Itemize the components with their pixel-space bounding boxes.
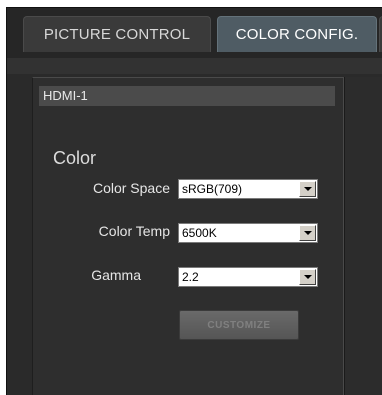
hdmi-panel: HDMI-1 Color Color Space sRGB(709) Color… bbox=[32, 77, 344, 395]
gamma-label: Gamma bbox=[91, 267, 141, 283]
section-title-color: Color bbox=[53, 148, 97, 168]
color-temp-value: 6500K bbox=[182, 226, 217, 240]
color-temp-label: Color Temp bbox=[98, 223, 170, 239]
chevron-down-icon bbox=[304, 187, 312, 191]
customize-button: CUSTOMIZE bbox=[179, 310, 299, 340]
color-space-label: Color Space bbox=[92, 180, 170, 196]
tab-bar: PICTURE CONTROL COLOR CONFIG. bbox=[7, 8, 382, 58]
panel-header: HDMI-1 bbox=[39, 86, 335, 106]
gamma-select[interactable]: 2.2 bbox=[178, 267, 318, 287]
color-space-dropdown-button[interactable] bbox=[299, 181, 316, 197]
chevron-down-icon bbox=[304, 231, 312, 235]
app-frame: PICTURE CONTROL COLOR CONFIG. HDMI-1 Col… bbox=[6, 7, 382, 395]
gamma-value: 2.2 bbox=[182, 270, 199, 284]
content-top-strip bbox=[7, 58, 382, 74]
color-temp-select[interactable]: 6500K bbox=[178, 223, 318, 243]
tab-color-config[interactable]: COLOR CONFIG. bbox=[217, 16, 377, 52]
chevron-down-icon bbox=[304, 275, 312, 279]
tab-picture-control[interactable]: PICTURE CONTROL bbox=[23, 16, 211, 52]
color-space-select[interactable]: sRGB(709) bbox=[178, 179, 318, 199]
color-temp-dropdown-button[interactable] bbox=[299, 225, 316, 241]
right-pane bbox=[344, 77, 382, 395]
gamma-dropdown-button[interactable] bbox=[299, 269, 316, 285]
color-space-value: sRGB(709) bbox=[182, 182, 243, 196]
